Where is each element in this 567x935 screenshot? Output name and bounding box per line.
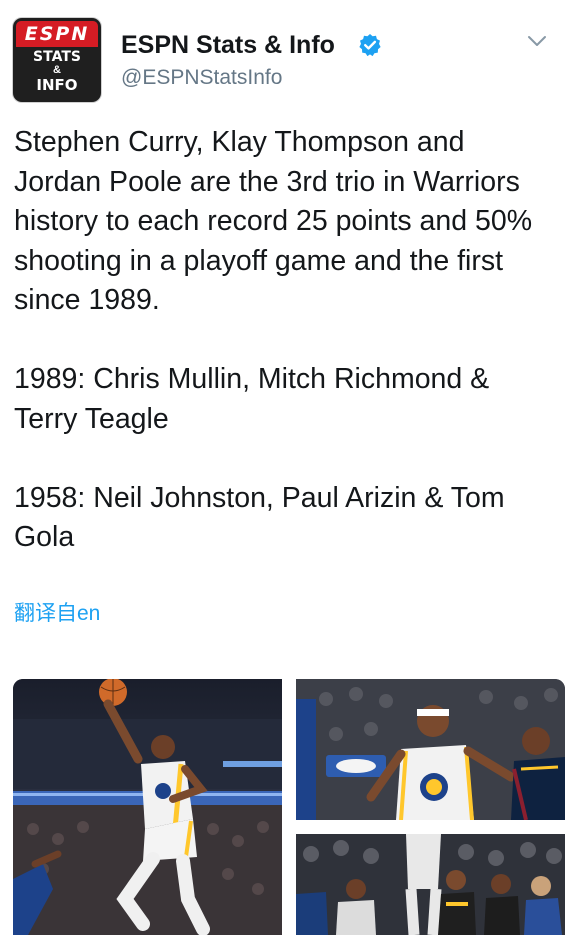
translate-link[interactable]: 翻译自en [14,597,100,627]
tweet-paragraph-1958: 1958: Neil Johnston, Paul Arizin & Tom G… [14,481,505,554]
media-image-curry-layup[interactable] [13,679,282,935]
display-name[interactable]: ESPN Stats & Info [121,31,335,60]
account-avatar[interactable]: ESPN STATS & INFO [13,18,101,102]
tweet-paragraph-1989: 1989: Chris Mullin, Mitch Richmond & Ter… [14,363,490,435]
account-handle[interactable]: @ESPNStatsInfo [121,66,282,90]
media-image-bench[interactable] [296,834,565,935]
chevron-down-icon[interactable] [525,31,549,51]
espn-logo: ESPN [16,21,98,47]
tweet-paragraph-main: Stephen Curry, Klay Thompson and Jordan … [14,126,533,316]
avatar-text-and: & [53,64,61,76]
verified-badge-icon [358,33,382,57]
media-image-thompson[interactable] [296,679,565,820]
avatar-text-stats: STATS [33,49,81,65]
avatar-text-info: INFO [36,76,78,94]
tweet-text: Stephen Curry, Klay Thompson and Jordan … [14,123,559,558]
tweet-header: ESPN STATS & INFO ESPN Stats & Info @ESP… [0,0,567,115]
media-grid [13,679,565,935]
